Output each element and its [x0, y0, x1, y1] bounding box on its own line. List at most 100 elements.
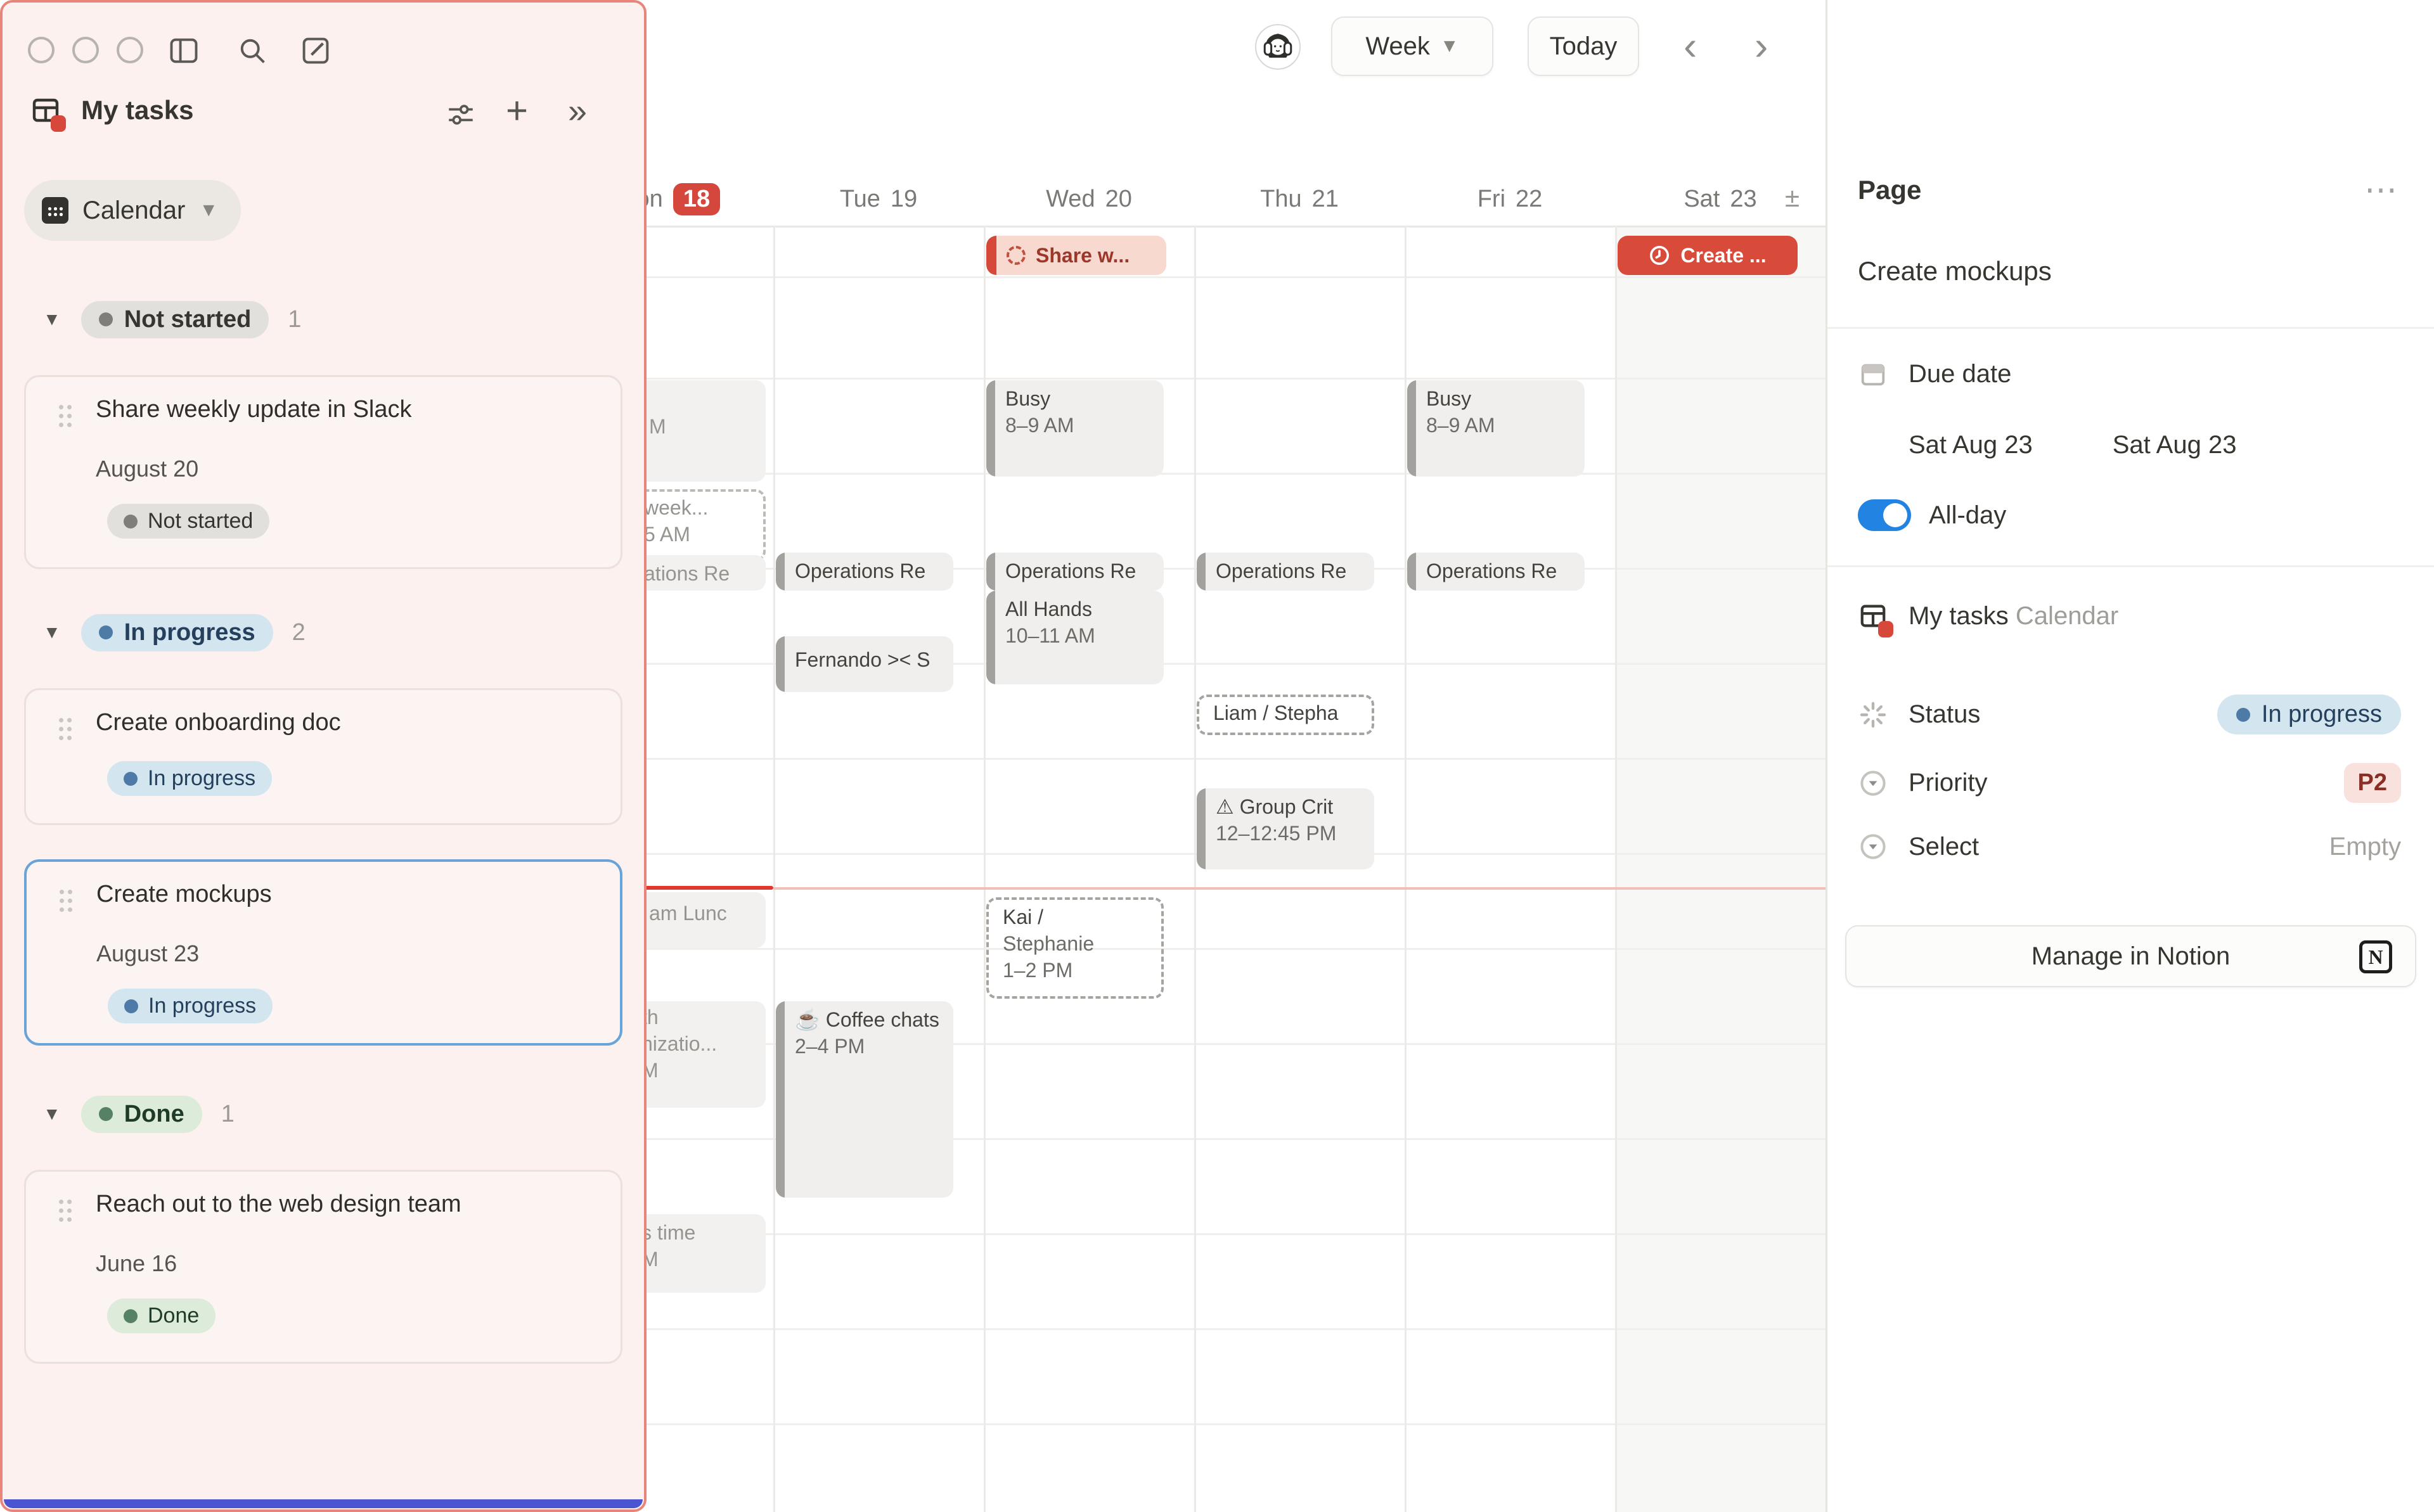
- status-dot: [124, 772, 138, 786]
- prev-week-button[interactable]: ‹: [1684, 15, 1697, 76]
- day-label: Sat: [1684, 186, 1720, 213]
- day-column-divider: [984, 226, 986, 1512]
- event-title: ☕ Coffee chats: [795, 1006, 948, 1033]
- select-empty-value[interactable]: Empty: [2329, 833, 2401, 861]
- section-header-gray: ▼Not started1: [3, 298, 644, 341]
- status-dot: [99, 625, 113, 639]
- calendar-event[interactable]: Operations Re: [986, 553, 1164, 591]
- priority-value-badge[interactable]: P2: [2344, 763, 2401, 803]
- allday-event[interactable]: Create ...: [1618, 236, 1798, 275]
- event-content: Busy8–9 AM: [986, 380, 1164, 444]
- event-content: Operations Re: [986, 553, 1164, 589]
- section-status-badge[interactable]: In progress: [81, 614, 273, 651]
- notion-calendar-app: Share w...Create ...Mweek...5 AMations R…: [0, 0, 2434, 1512]
- compose-icon[interactable]: [299, 34, 332, 67]
- notification-dot: [1878, 621, 1893, 637]
- event-color-bar: [1407, 553, 1416, 591]
- status-dot: [124, 1309, 138, 1323]
- task-card[interactable]: Create onboarding docIn progress: [24, 688, 622, 825]
- allday-event[interactable]: Share w...: [986, 236, 1166, 275]
- event-color-bar: [986, 591, 995, 684]
- day-label: Tue: [840, 186, 880, 213]
- calendar-event[interactable]: All Hands10–11 AM: [986, 591, 1164, 684]
- event-content: All Hands10–11 AM: [986, 591, 1164, 654]
- section-status-badge[interactable]: Not started: [81, 301, 269, 338]
- drag-handle[interactable]: [59, 405, 72, 430]
- calendar-event[interactable]: Busy8–9 AM: [986, 380, 1164, 477]
- task-card[interactable]: Share weekly update in SlackAugust 20Not…: [24, 375, 622, 569]
- disclosure-triangle-icon[interactable]: ▼: [43, 1104, 61, 1124]
- day-header-thu: Thu21: [1194, 177, 1405, 221]
- today-date-badge: 18: [673, 183, 720, 215]
- task-card[interactable]: Reach out to the web design team June 16 D…: [24, 1170, 622, 1364]
- start-date-value[interactable]: Sat Aug 23: [1909, 431, 2033, 459]
- day-number: 21: [1312, 186, 1339, 213]
- task-status-badge[interactable]: In progress: [107, 761, 272, 796]
- task-card-date: June 16: [96, 1250, 177, 1277]
- task-title[interactable]: Create mockups: [1858, 256, 2052, 286]
- calendar-event[interactable]: Liam / Stepha: [1197, 695, 1374, 735]
- filter-sliders-icon[interactable]: [445, 99, 477, 136]
- event-color-bar: [1407, 380, 1416, 477]
- day-number: 22: [1516, 186, 1542, 213]
- window-minimize-button[interactable]: [72, 37, 99, 63]
- day-column-divider: [1194, 226, 1196, 1512]
- more-menu-icon[interactable]: ⋯: [2364, 184, 2401, 196]
- drag-handle[interactable]: [59, 718, 72, 743]
- badge-label: Not started: [148, 509, 253, 534]
- view-switcher-button[interactable]: Week ▼: [1331, 16, 1493, 76]
- calendar-event[interactable]: Operations Re: [1197, 553, 1374, 591]
- task-status-badge[interactable]: Done: [107, 1298, 216, 1333]
- task-card-title: Reach out to the web design team: [96, 1191, 461, 1218]
- calendar-name[interactable]: My tasks Calendar: [1909, 602, 2118, 631]
- select-property-icon: [1858, 768, 1888, 798]
- drag-handle[interactable]: [60, 890, 72, 915]
- event-color-bar: [986, 553, 995, 591]
- calendar-event[interactable]: Kai /Stephanie1–2 PM: [986, 897, 1164, 999]
- event-title: Kai /: [1003, 904, 1156, 930]
- manage-in-notion-button[interactable]: Manage in Notion N: [1845, 925, 2416, 987]
- event-title: am Lunc: [649, 900, 761, 926]
- day-header-fri: Fri22: [1405, 177, 1615, 221]
- section-label: Not started: [124, 306, 252, 333]
- event-color-bar: [776, 553, 785, 591]
- avatar[interactable]: [1255, 24, 1301, 70]
- calendar-event[interactable]: Operations Re: [1407, 553, 1585, 591]
- toggle-sidebar-icon[interactable]: [167, 34, 200, 67]
- calendar-event[interactable]: ☕ Coffee chats2–4 PM: [776, 1001, 953, 1198]
- event-content: Kai /Stephanie1–2 PM: [989, 900, 1161, 987]
- collapse-panel-icon[interactable]: »: [568, 91, 587, 131]
- day-header-wed: Wed20: [984, 177, 1194, 221]
- disclosure-triangle-icon[interactable]: ▼: [43, 622, 61, 643]
- task-status-badge[interactable]: Not started: [107, 504, 269, 539]
- task-status-badge[interactable]: In progress: [108, 989, 273, 1023]
- end-date-value[interactable]: Sat Aug 23: [2113, 431, 2237, 459]
- view-dropdown-calendar[interactable]: Calendar ▼: [24, 180, 241, 241]
- event-title: Fernando >< S: [795, 646, 948, 673]
- calendar-event[interactable]: Busy8–9 AM: [1407, 380, 1585, 477]
- event-content: Busy8–9 AM: [1407, 380, 1585, 444]
- divider: [1827, 565, 2434, 567]
- event-title: s time: [641, 1219, 761, 1246]
- event-title: ⚠ Group Crit: [1216, 793, 1369, 820]
- today-button[interactable]: Today: [1528, 16, 1639, 76]
- drag-handle[interactable]: [59, 1200, 72, 1225]
- task-card[interactable]: Create mockupsAugust 23In progress: [24, 859, 622, 1046]
- calendar-event[interactable]: ⚠ Group Crit12–12:45 PM: [1197, 788, 1374, 869]
- day-number: 20: [1105, 186, 1132, 213]
- next-week-button[interactable]: ›: [1755, 15, 1768, 76]
- clock-icon: [1649, 245, 1670, 266]
- search-icon[interactable]: [236, 34, 269, 67]
- calendar-event[interactable]: Fernando >< S: [776, 636, 953, 692]
- section-status-badge[interactable]: Done: [81, 1096, 202, 1133]
- event-content: ☕ Coffee chats2–4 PM: [776, 1001, 953, 1065]
- task-card-title: Share weekly update in Slack: [96, 396, 412, 423]
- window-zoom-button[interactable]: [117, 37, 143, 63]
- disclosure-triangle-icon[interactable]: ▼: [43, 309, 61, 330]
- add-task-icon[interactable]: +: [506, 89, 528, 132]
- all-day-toggle[interactable]: [1858, 499, 1911, 531]
- window-close-button[interactable]: [28, 37, 55, 63]
- status-value-badge[interactable]: In progress: [2217, 695, 2401, 734]
- status-dot: [99, 1107, 113, 1121]
- calendar-event[interactable]: Operations Re: [776, 553, 953, 591]
